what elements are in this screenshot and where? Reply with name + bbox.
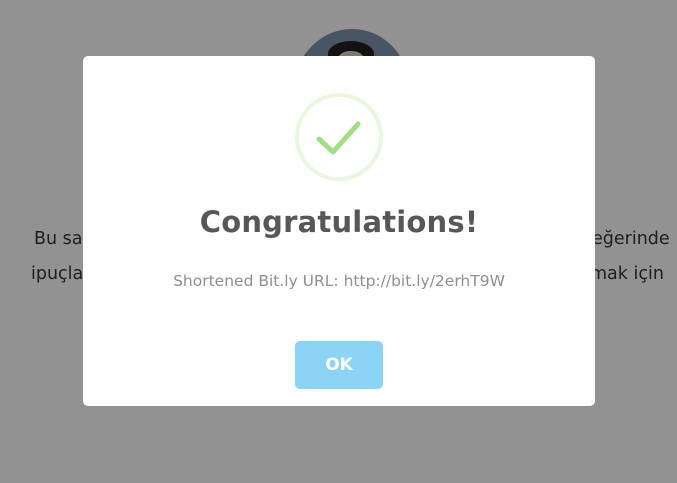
success-dialog: Congratulations! Shortened Bit.ly URL: h… bbox=[83, 56, 595, 406]
dialog-message: Shortened Bit.ly URL: http://bit.ly/2erh… bbox=[173, 272, 505, 290]
checkmark-icon bbox=[295, 93, 383, 181]
ok-button[interactable]: OK bbox=[295, 341, 383, 389]
dialog-title: Congratulations! bbox=[199, 205, 479, 239]
